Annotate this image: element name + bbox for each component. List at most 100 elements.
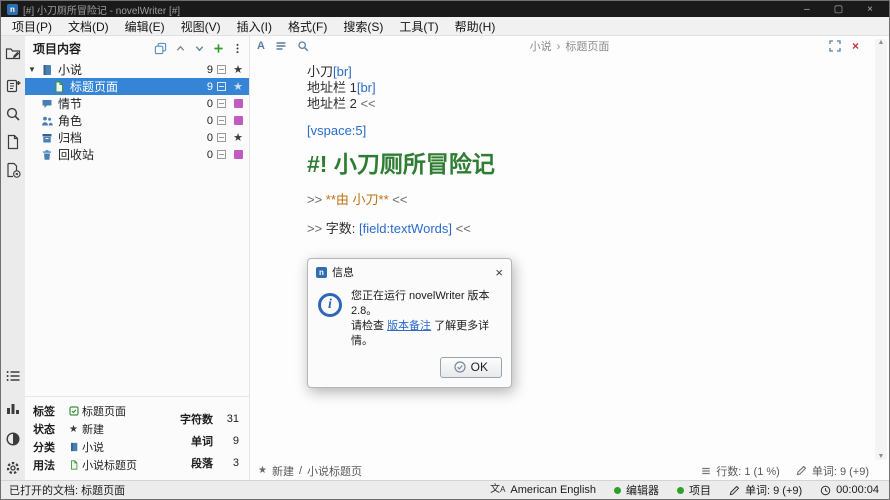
tree-count: 0 — [199, 98, 213, 110]
doc-outline-icon[interactable] — [275, 40, 287, 52]
detail-value-class: 小说 — [82, 439, 155, 455]
outline-list-icon[interactable] — [5, 368, 21, 384]
green-dot-icon — [614, 487, 621, 494]
settings-gear-icon[interactable] — [5, 460, 21, 476]
file-icon — [53, 81, 65, 93]
status-star-icon: ★ — [230, 131, 246, 144]
breadcrumb-doc: 标题页面 — [565, 41, 609, 53]
doc-search-icon[interactable] — [297, 40, 309, 52]
book-icon — [69, 442, 79, 452]
menu-search[interactable]: 搜索(S) — [335, 18, 391, 35]
count-label-paragraphs: 段落 — [155, 455, 213, 471]
search-icon[interactable] — [5, 106, 21, 122]
scroll-up-icon[interactable]: ▲ — [878, 39, 885, 46]
maximize-editor-icon[interactable] — [829, 40, 841, 52]
close-editor-icon[interactable]: × — [852, 40, 859, 52]
project-tree-icon[interactable] — [5, 45, 21, 61]
tree-label: 小说 — [55, 61, 199, 78]
minimize-button[interactable]: – — [804, 4, 810, 15]
detail-label-class: 分类 — [33, 439, 65, 455]
menu-tools[interactable]: 工具(T) — [391, 18, 446, 35]
archive-box-icon — [41, 132, 53, 144]
menu-view[interactable]: 视图(V) — [173, 18, 229, 35]
tree-count: 0 — [199, 115, 213, 127]
tree-row-archive[interactable]: 归档 0 ★ — [25, 129, 249, 146]
count-value-words: 9 — [213, 435, 239, 447]
app-icon: n — [316, 267, 327, 278]
project-panel-title: 项目内容 — [33, 40, 154, 57]
app-icon: n — [7, 4, 18, 15]
project-indicator[interactable]: 项目 — [677, 482, 711, 498]
detail-value-usage: 小说标题页 — [82, 457, 155, 473]
status-star-icon: ★ — [230, 80, 246, 93]
doc-text: 小刀 — [307, 64, 333, 79]
session-timer[interactable]: 00:00:04 — [820, 484, 879, 496]
info-icon: i — [318, 293, 342, 317]
theme-toggle-icon[interactable] — [5, 431, 21, 447]
doc-align-marker: >> — [307, 192, 326, 207]
menu-document[interactable]: 文档(D) — [60, 18, 117, 35]
release-notes-link[interactable]: 版本备注 — [387, 320, 431, 332]
language-indicator[interactable]: 文A American English — [490, 484, 596, 496]
tree-count: 0 — [199, 149, 213, 161]
add-item-icon[interactable] — [213, 43, 224, 54]
tree-row-title-page[interactable]: 标题页面 9 ★ — [25, 78, 249, 95]
tree-row-trash[interactable]: 回收站 0 — [25, 146, 249, 163]
doc-align-marker: << — [360, 96, 375, 111]
editor-header: A 小说›标题页面 × — [250, 36, 889, 56]
novel-view-icon[interactable] — [5, 78, 21, 94]
novelwriter-window: n [#] 小刀厕所冒险记 - novelWriter [#] – ▢ × 项目… — [0, 0, 890, 500]
document-content[interactable]: 小刀[br] 地址栏 1[br] 地址栏 2 << [vspace:5] #! … — [250, 56, 889, 237]
maximize-button[interactable]: ▢ — [834, 4, 843, 15]
dialog-message: 您正在运行 novelWriter 版本 2.8。 请检查 版本备注 了解更多详… — [351, 289, 501, 349]
expand-arrow-icon[interactable]: ▼ — [25, 65, 39, 74]
tree-row-characters[interactable]: 角色 0 — [25, 112, 249, 129]
document-icon[interactable] — [5, 134, 21, 150]
dialog-close-icon[interactable]: × — [495, 266, 503, 279]
format-text-icon[interactable]: A — [257, 41, 265, 52]
trash-icon — [41, 149, 53, 161]
book-icon — [41, 64, 53, 76]
detail-label-usage: 用法 — [33, 457, 65, 473]
menu-format[interactable]: 格式(F) — [280, 18, 335, 35]
close-document-icon[interactable] — [5, 162, 21, 178]
doc-text: 字数: — [326, 221, 359, 236]
tree-label: 情节 — [55, 95, 199, 112]
menu-insert[interactable]: 插入(I) — [229, 18, 280, 35]
close-button[interactable]: × — [867, 4, 873, 15]
quick-links-icon[interactable] — [154, 42, 167, 55]
menu-bar: 项目(P) 文档(D) 编辑(E) 视图(V) 插入(I) 格式(F) 搜索(S… — [1, 17, 889, 36]
tree-label: 角色 — [55, 112, 199, 129]
detail-value-tag: 标题页面 — [82, 403, 155, 419]
move-down-icon[interactable] — [194, 43, 205, 54]
panel-menu-kebab-icon[interactable] — [232, 43, 243, 54]
green-dot-icon — [677, 487, 684, 494]
editor-scrollbar[interactable]: ▲ ▼ — [875, 39, 887, 460]
ok-button[interactable]: OK — [440, 357, 502, 378]
importance-square-icon — [234, 116, 243, 125]
editor-footer: ★ 新建 / 小说标题页 行数: 1 (1 %) 单词: 9 (+9) — [250, 461, 873, 480]
menu-help[interactable]: 帮助(H) — [447, 18, 504, 35]
doc-byline: **由 小刀** — [326, 192, 389, 207]
tree-row-novel[interactable]: ▼ 小说 9 ★ — [25, 61, 249, 78]
detail-label-tag: 标签 — [33, 403, 65, 419]
breadcrumb: 小说›标题页面 — [250, 38, 889, 54]
clock-icon — [820, 485, 831, 496]
editor-theme-indicator[interactable]: 编辑器 — [614, 482, 659, 498]
scroll-down-icon[interactable]: ▼ — [878, 453, 885, 460]
footer-usage: 小说标题页 — [307, 463, 362, 479]
tree-label: 归档 — [55, 129, 199, 146]
plot-bubble-icon — [41, 98, 53, 110]
tree-row-plot[interactable]: 情节 0 — [25, 95, 249, 112]
characters-people-icon — [41, 115, 53, 127]
doc-align-marker: >> — [307, 221, 326, 236]
menu-edit[interactable]: 编辑(E) — [117, 18, 173, 35]
count-label-words: 单词 — [155, 433, 213, 449]
file-icon — [69, 460, 79, 470]
writing-stats-icon[interactable] — [5, 400, 21, 416]
active-flag-icon — [217, 150, 226, 159]
move-up-icon[interactable] — [175, 43, 186, 54]
dialog-title-bar[interactable]: n 信息 × — [308, 259, 511, 284]
menu-project[interactable]: 项目(P) — [4, 18, 60, 35]
count-value-chars: 31 — [213, 413, 239, 425]
